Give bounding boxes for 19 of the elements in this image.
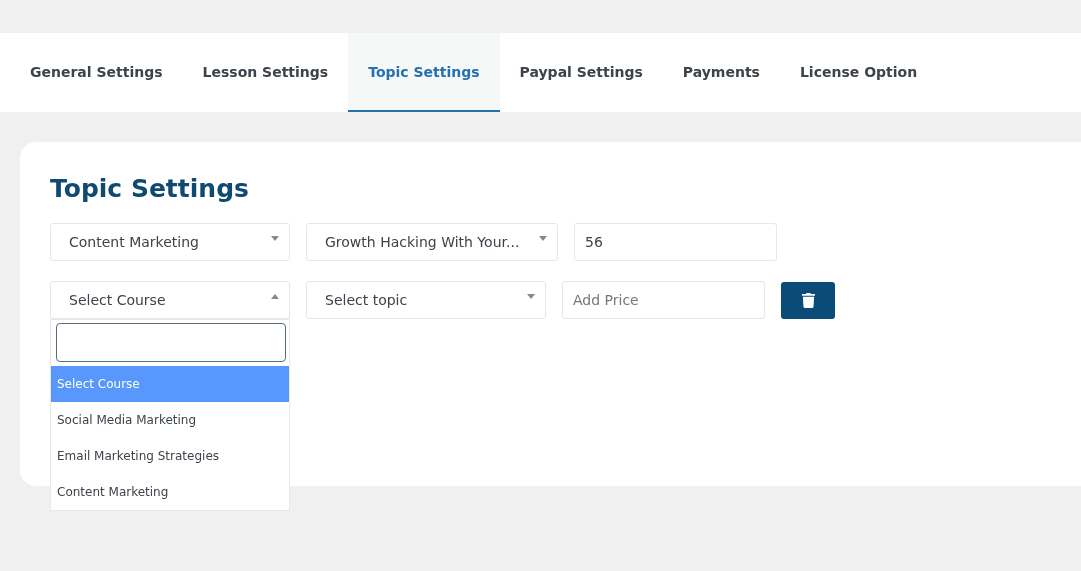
settings-tab[interactable]: Paypal Settings [499,33,663,112]
price-field[interactable]: 56 [574,223,777,261]
trash-icon [800,292,816,308]
settings-tab[interactable]: Topic Settings [348,33,500,112]
caret-icon [271,293,279,299]
search-field[interactable] [56,323,286,362]
caret-icon [527,293,535,299]
caret-icon [271,235,279,241]
caret-icon [539,235,547,241]
course-select[interactable]: Content Marketing [50,223,290,261]
settings-tab[interactable]: License Option [779,33,938,112]
delete-button[interactable] [781,281,835,319]
topic-select[interactable]: Select topic [306,281,546,319]
settings-tab[interactable]: Lesson Settings [182,33,349,112]
section-title: Topic Settings [50,174,250,203]
price-field[interactable]: Add Price [562,281,765,319]
settings-tab[interactable]: Payments [662,33,780,112]
topic-select[interactable]: Growth Hacking With Your... [306,223,558,261]
settings-tab[interactable]: General Settings [10,33,183,112]
